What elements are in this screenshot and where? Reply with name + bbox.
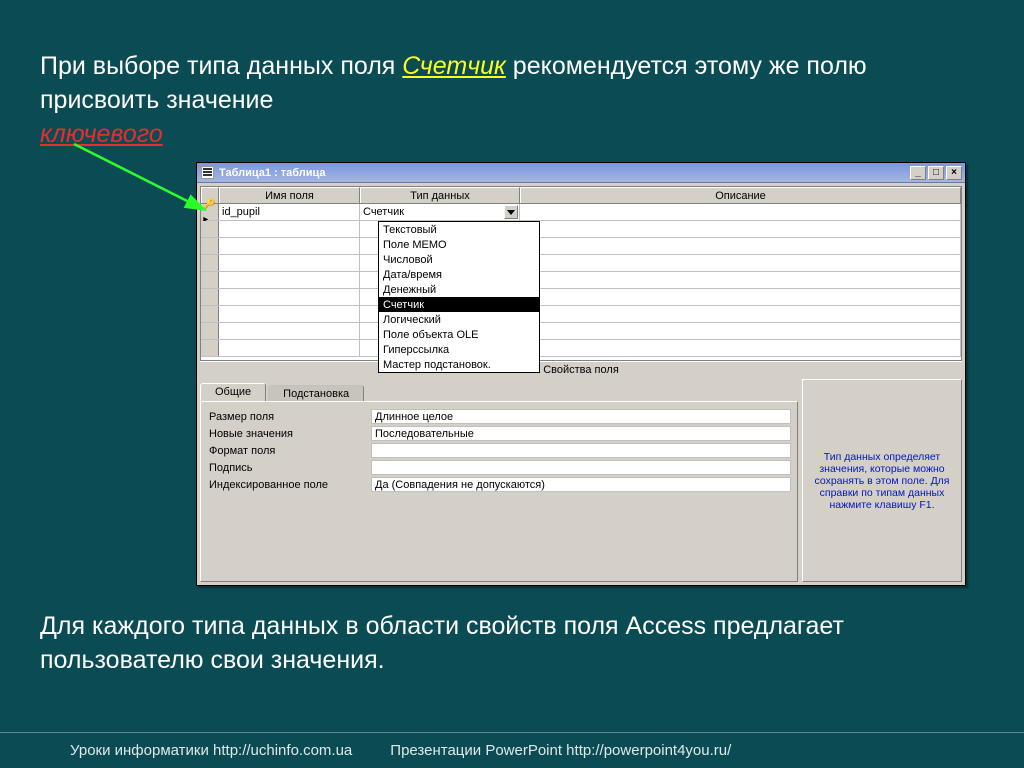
dropdown-option[interactable]: Числовой bbox=[379, 252, 539, 267]
dropdown-option-selected[interactable]: Счетчик bbox=[379, 297, 539, 312]
prop-label: Размер поля bbox=[201, 411, 371, 423]
datasheet-icon bbox=[201, 166, 214, 179]
prop-value[interactable] bbox=[371, 460, 791, 475]
dropdown-option[interactable]: Мастер подстановок. bbox=[379, 357, 539, 372]
prop-label: Подпись bbox=[201, 462, 371, 474]
prop-label: Новые значения bbox=[201, 428, 371, 440]
window-title: Таблица1 : таблица bbox=[219, 167, 910, 179]
description-cell[interactable] bbox=[520, 204, 961, 220]
data-type-value: Счетчик bbox=[363, 206, 404, 218]
prop-label: Формат поля bbox=[201, 445, 371, 457]
tab-lookup[interactable]: Подстановка bbox=[268, 385, 364, 401]
field-name-cell[interactable]: id_pupil bbox=[219, 204, 360, 220]
dropdown-option[interactable]: Гиперссылка bbox=[379, 342, 539, 357]
primary-key-indicator[interactable]: 🔑▸ bbox=[201, 204, 219, 220]
slide-line-1: При выборе типа данных поля bbox=[40, 52, 402, 80]
tab-general[interactable]: Общие bbox=[200, 383, 266, 401]
data-type-dropdown-button[interactable] bbox=[504, 205, 518, 219]
prop-value[interactable]: Последовательные bbox=[371, 426, 791, 441]
dropdown-option[interactable]: Логический bbox=[379, 312, 539, 327]
col-description[interactable]: Описание bbox=[520, 187, 961, 203]
minimize-button[interactable]: _ bbox=[910, 166, 926, 180]
slide-text: При выборе типа данных поля Счетчик реко… bbox=[40, 50, 980, 151]
dropdown-option[interactable]: Денежный bbox=[379, 282, 539, 297]
highlight-counter: Счетчик bbox=[402, 52, 506, 80]
prop-value[interactable]: Длинное целое bbox=[371, 409, 791, 424]
table-row[interactable]: 🔑▸ id_pupil Счетчик bbox=[201, 204, 961, 221]
properties-caption: Свойства поля bbox=[200, 361, 962, 377]
prop-label: Индексированное поле bbox=[201, 479, 371, 491]
col-data-type[interactable]: Тип данных bbox=[360, 187, 520, 203]
close-button[interactable]: × bbox=[946, 166, 962, 180]
dropdown-option[interactable]: Дата/время bbox=[379, 267, 539, 282]
highlight-key: ключевого bbox=[40, 120, 163, 148]
slide-footer: Уроки информатики http://uchinfo.com.ua … bbox=[0, 732, 1024, 768]
data-type-cell[interactable]: Счетчик bbox=[360, 204, 520, 220]
help-text: Тип данных определяет значения, которые … bbox=[802, 379, 962, 582]
col-field-name[interactable]: Имя поля bbox=[219, 187, 360, 203]
footer-right: Презентации PowerPoint http://powerpoint… bbox=[390, 742, 731, 759]
title-bar[interactable]: Таблица1 : таблица _ □ × bbox=[197, 163, 965, 183]
dropdown-option[interactable]: Поле объекта OLE bbox=[379, 327, 539, 342]
footer-left: Уроки информатики http://uchinfo.com.ua bbox=[70, 742, 352, 759]
prop-value[interactable] bbox=[371, 443, 791, 458]
dropdown-option[interactable]: Текстовый bbox=[379, 222, 539, 237]
table-design-window: Таблица1 : таблица _ □ × Имя поля Тип да… bbox=[196, 162, 966, 586]
maximize-button[interactable]: □ bbox=[928, 166, 944, 180]
properties-panel: Размер поляДлинное целое Новые значенияП… bbox=[200, 401, 798, 582]
prop-value[interactable]: Да (Совпадения не допускаются) bbox=[371, 477, 791, 492]
slide-bottom-text: Для каждого типа данных в области свойст… bbox=[40, 610, 980, 678]
field-grid[interactable]: Имя поля Тип данных Описание 🔑▸ id_pupil… bbox=[200, 186, 962, 361]
dropdown-option[interactable]: Поле МЕМО bbox=[379, 237, 539, 252]
data-type-dropdown[interactable]: Текстовый Поле МЕМО Числовой Дата/время … bbox=[378, 221, 540, 373]
